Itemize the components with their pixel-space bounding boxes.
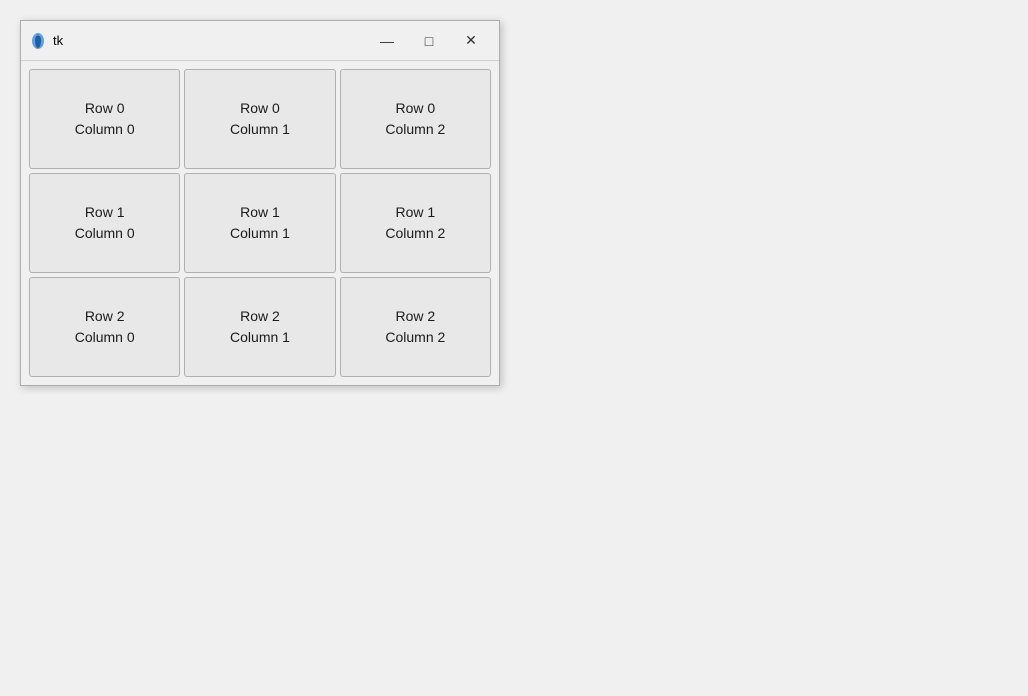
tk-icon [29,32,47,50]
grid-cell-r1-c0[interactable]: Row 1 Column 0 [29,173,180,273]
grid-cell-r0-c1[interactable]: Row 0 Column 1 [184,69,335,169]
grid-cell-r0-c2[interactable]: Row 0 Column 2 [340,69,491,169]
grid-cell-r1-c2[interactable]: Row 1 Column 2 [340,173,491,273]
window-controls: — □ ✕ [367,27,491,55]
maximize-button[interactable]: □ [409,27,449,55]
close-button[interactable]: ✕ [451,27,491,55]
button-grid: Row 0 Column 0Row 0 Column 1Row 0 Column… [29,69,491,377]
grid-cell-r2-c1[interactable]: Row 2 Column 1 [184,277,335,377]
grid-cell-r2-c2[interactable]: Row 2 Column 2 [340,277,491,377]
minimize-button[interactable]: — [367,27,407,55]
window-title: tk [53,33,367,48]
window-content: Row 0 Column 0Row 0 Column 1Row 0 Column… [21,61,499,385]
grid-cell-r2-c0[interactable]: Row 2 Column 0 [29,277,180,377]
grid-cell-r0-c0[interactable]: Row 0 Column 0 [29,69,180,169]
title-bar: tk — □ ✕ [21,21,499,61]
tk-window: tk — □ ✕ Row 0 Column 0Row 0 Column 1Row… [20,20,500,386]
grid-cell-r1-c1[interactable]: Row 1 Column 1 [184,173,335,273]
